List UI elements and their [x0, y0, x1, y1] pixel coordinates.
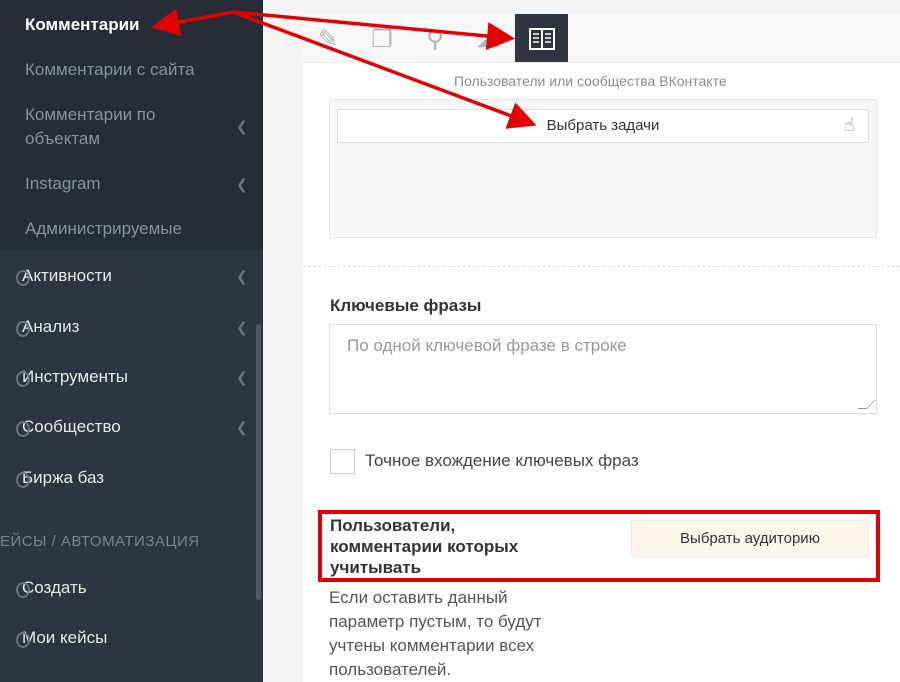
cases-icon [16, 632, 30, 648]
book-icon[interactable] [515, 14, 568, 62]
audience-description: Если оставить данный параметр пустым, то… [329, 588, 542, 679]
chevron-left-icon: ❮ [236, 118, 248, 134]
sidebar-item-activities[interactable]: Активности [16, 264, 112, 288]
submenu-item-object-comments-line1: Комментарии по [25, 105, 156, 124]
keywords-placeholder: По одной ключевой фразе в строке [347, 336, 627, 355]
toolbar: ✎ ❐ ⚲ ☁ [303, 14, 900, 63]
exact-match-checkbox[interactable] [330, 449, 355, 474]
wrench-icon [16, 371, 30, 387]
chart-icon [16, 321, 30, 337]
sidebar-item-label: Биржа баз [22, 468, 105, 487]
community-icon [16, 421, 30, 437]
keywords-label: Ключевые фразы [330, 296, 482, 315]
cloud-icon[interactable]: ☁ [473, 26, 503, 54]
pencil-icon[interactable]: ✎ [313, 26, 343, 54]
copy-icon[interactable]: ❐ [367, 26, 397, 54]
exchange-icon [16, 472, 30, 488]
submenu-item-object-comments[interactable]: Комментарии по объектам [25, 103, 155, 151]
chevron-left-icon: ❮ [236, 369, 248, 385]
submenu-item-object-comments-line2: объектам [25, 129, 101, 148]
activity-icon [16, 270, 30, 286]
sidebar-item-community[interactable]: Сообщество [16, 415, 121, 439]
section-title-cases: ЕЙСЫ / АВТОМАТИЗАЦИЯ [0, 533, 200, 550]
annotation-highlight-box [318, 510, 880, 582]
exact-match-label: Точное вхождение ключевых фраз [365, 451, 639, 470]
sidebar-submenu: Комментарии Комментарии с сайта Коммента… [0, 0, 263, 250]
sidebar-item-label: Сообщество [22, 417, 121, 436]
hand-pointer-icon: ☝ [844, 115, 855, 135]
sidebar-item-label: Мои кейсы [22, 628, 108, 647]
sidebar: Комментарии Комментарии с сайта Коммента… [0, 0, 263, 682]
sidebar-scrollbar[interactable] [256, 324, 261, 600]
submenu-item-site-comments[interactable]: Комментарии с сайта [25, 58, 195, 82]
sidebar-item-label: Создать [22, 578, 87, 597]
submenu-item-comments[interactable]: Комментарии [25, 13, 139, 37]
vk-users-hint: Пользователи или сообщества ВКонтакте [454, 73, 727, 89]
sidebar-item-label: Анализ [22, 317, 80, 336]
sidebar-item-tools[interactable]: Инструменты [16, 365, 129, 389]
select-tasks-button[interactable]: Выбрать задачи [337, 109, 869, 143]
sidebar-item-create[interactable]: Создать [16, 576, 87, 600]
sidebar-item-label: Активности [22, 266, 112, 285]
chevron-left-icon: ❮ [236, 268, 248, 284]
chevron-left-icon: ❮ [236, 176, 248, 192]
chevron-left-icon: ❮ [236, 319, 248, 335]
location-pin-icon[interactable]: ⚲ [420, 26, 450, 54]
sidebar-item-analysis[interactable]: Анализ [16, 315, 80, 339]
chevron-left-icon: ❮ [236, 419, 248, 435]
sidebar-item-my-cases[interactable]: Мои кейсы [16, 626, 108, 650]
submenu-item-instagram[interactable]: Instagram [25, 172, 101, 196]
sidebar-item-exchange[interactable]: Биржа баз [16, 466, 105, 490]
submenu-item-administered[interactable]: Администрируемые [25, 217, 182, 241]
divider [303, 266, 900, 267]
sidebar-item-label: Инструменты [22, 367, 129, 386]
plus-icon [16, 582, 30, 598]
